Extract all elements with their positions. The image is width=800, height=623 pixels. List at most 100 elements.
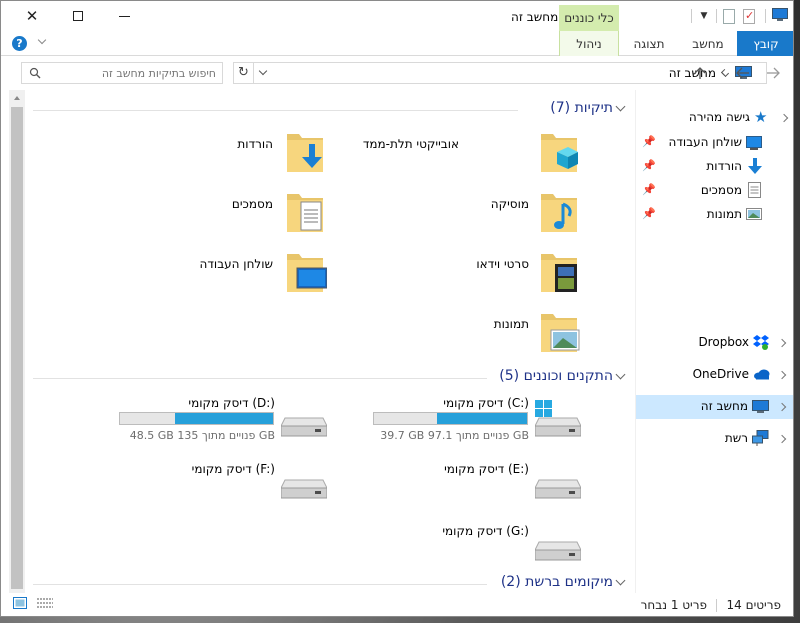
nav-item-quick-access[interactable]: ★ גישה מהירה <box>636 106 793 130</box>
collapse-chevron-icon[interactable] <box>615 575 626 586</box>
desktop-icon <box>746 136 762 153</box>
tab-file[interactable]: קובץ <box>737 31 793 56</box>
nav-item-documents[interactable]: 📌 מסמכים <box>636 179 793 203</box>
hard-drive-icon <box>534 476 582 503</box>
nav-item-onedrive[interactable]: OneDrive <box>636 363 793 387</box>
title-bar: ✕ מחשב זה כלי כוננים ▼ ✓ <box>1 1 793 31</box>
collapse-chevron-icon[interactable] <box>615 369 626 380</box>
hard-drive-icon <box>534 414 582 441</box>
expand-chevron-icon[interactable] <box>777 370 787 380</box>
collapse-chevron-icon[interactable] <box>615 101 626 112</box>
folders-group-header[interactable]: תיקיות (7) <box>33 100 629 120</box>
expand-chevron-icon[interactable] <box>777 338 787 348</box>
drive-item-e[interactable]: דיסק מקומי (E:) <box>373 462 583 502</box>
search-input[interactable] <box>46 64 216 82</box>
customize-qat-icon[interactable]: ▼ <box>698 11 710 21</box>
folder-item-documents[interactable] <box>283 190 327 236</box>
forward-button[interactable] <box>763 63 783 83</box>
drive-label: דיסק מקומי (G:) <box>442 524 529 538</box>
folder-label[interactable]: מוסיקה <box>491 197 529 211</box>
pin-icon: 📌 <box>642 159 656 172</box>
expand-chevron-icon[interactable] <box>779 113 789 123</box>
drive-item-g[interactable]: דיסק מקומי (G:) <box>373 524 583 564</box>
address-history-dropdown[interactable] <box>258 66 268 76</box>
nav-item-downloads[interactable]: 📌 הורדות <box>636 155 793 179</box>
pin-icon: 📌 <box>642 183 656 196</box>
folder-label[interactable]: סרטי וידאו <box>476 257 529 271</box>
navigation-pane: ★ גישה מהירה 📌 שולחן העבודה 📌 הורדות 📌 מ… <box>635 90 793 593</box>
expand-chevron-icon[interactable] <box>777 402 787 412</box>
properties-icon[interactable]: ✓ <box>743 8 755 24</box>
content-pane: תיקיות (7) אובייקטי תלת-ממד מוסיקה סרטי … <box>9 90 635 593</box>
scroll-up-arrow-icon[interactable] <box>14 96 20 100</box>
search-icon <box>29 67 41 82</box>
nav-item-network[interactable]: רשת <box>636 427 793 451</box>
folder-label[interactable]: הורדות <box>237 137 273 151</box>
nav-label: Dropbox <box>698 335 749 349</box>
drive-usage-bar <box>373 412 528 425</box>
separator <box>716 9 717 23</box>
expand-ribbon-icon[interactable] <box>37 35 47 45</box>
star-icon: ★ <box>754 108 768 126</box>
expand-chevron-icon[interactable] <box>777 434 787 444</box>
drive-label: דיסק מקומי (F:) <box>191 462 275 476</box>
folder-label[interactable]: תמונות <box>494 317 529 331</box>
folder-label[interactable]: שולחן העבודה <box>200 257 273 271</box>
picture-icon <box>746 208 762 223</box>
group-divider <box>33 584 487 585</box>
up-button[interactable] <box>690 63 710 83</box>
folder-label[interactable]: מסמכים <box>232 197 273 211</box>
close-button[interactable]: ✕ <box>9 1 55 31</box>
folder-label[interactable]: אובייקטי תלת-ממד <box>363 137 459 151</box>
new-folder-icon[interactable] <box>723 8 735 24</box>
details-view-button[interactable] <box>37 597 53 612</box>
folder-item-downloads[interactable] <box>283 130 327 176</box>
drive-item-f[interactable]: דיסק מקומי (F:) <box>119 462 329 502</box>
drive-item-d[interactable]: דיסק מקומי (D:) 48.5 GB פנויים מתוך 135 … <box>119 396 329 446</box>
drive-label: דיסק מקומי (D:) <box>188 396 275 410</box>
tab-computer[interactable]: מחשב <box>679 31 737 56</box>
pin-icon: 📌 <box>642 207 656 220</box>
nav-item-desktop[interactable]: 📌 שולחן העבודה <box>636 131 793 155</box>
tab-view[interactable]: תצוגה <box>619 31 679 56</box>
recent-locations-dropdown[interactable] <box>715 63 735 83</box>
back-button[interactable] <box>733 63 753 83</box>
nav-item-pictures[interactable]: 📌 תמונות <box>636 203 793 227</box>
vertical-scrollbar[interactable] <box>9 90 25 593</box>
search-box[interactable] <box>21 62 223 84</box>
folder-item-videos[interactable] <box>537 250 581 296</box>
network-group-header[interactable]: מיקומים ברשת (2) <box>33 574 629 594</box>
help-icon[interactable]: ? <box>12 36 27 51</box>
pictures-folder-icon <box>537 314 581 359</box>
address-bar[interactable]: ↻ מחשב זה <box>233 62 767 84</box>
maximize-button[interactable] <box>55 1 101 31</box>
group-divider <box>33 378 487 379</box>
file-explorer-window: ✕ מחשב זה כלי כוננים ▼ ✓ ? ניהול תצוגה מ… <box>0 0 794 617</box>
nav-item-this-pc[interactable]: מחשב זה <box>636 395 793 419</box>
devices-group-header[interactable]: התקנים וכוננים (5) <box>33 368 629 388</box>
this-pc-icon <box>752 400 769 417</box>
nav-item-dropbox[interactable]: Dropbox <box>636 331 793 355</box>
address-row: ↻ מחשב זה <box>1 56 793 90</box>
hard-drive-icon <box>280 414 328 441</box>
drive-usage-fill <box>175 413 273 424</box>
folder-item-music[interactable] <box>537 190 581 236</box>
nav-label: מחשב זה <box>700 399 748 413</box>
drive-usage-bar <box>119 412 274 425</box>
folder-item-desktop[interactable] <box>283 250 328 296</box>
large-icons-view-button[interactable] <box>13 597 27 612</box>
folder-item-3d-objects[interactable] <box>537 130 581 176</box>
status-separator <box>716 599 717 612</box>
scrollbar-thumb[interactable] <box>11 107 23 589</box>
quick-access-toolbar: ▼ ✓ <box>691 7 788 25</box>
window-title: מחשב זה <box>511 10 559 24</box>
refresh-button[interactable]: ↻ <box>234 63 254 83</box>
nav-label: תמונות <box>706 207 742 221</box>
minimize-button[interactable] <box>101 1 147 31</box>
hard-drive-icon <box>534 538 582 565</box>
folder-item-pictures[interactable] <box>537 310 581 356</box>
drive-label: דיסק מקומי (C:) <box>443 396 529 410</box>
download-arrow-icon <box>748 158 762 177</box>
drive-item-c[interactable]: דיסק מקומי (C:) 39.7 GB פנויים מתוך 97.1… <box>373 396 583 446</box>
tab-manage[interactable]: ניהול <box>559 31 619 56</box>
